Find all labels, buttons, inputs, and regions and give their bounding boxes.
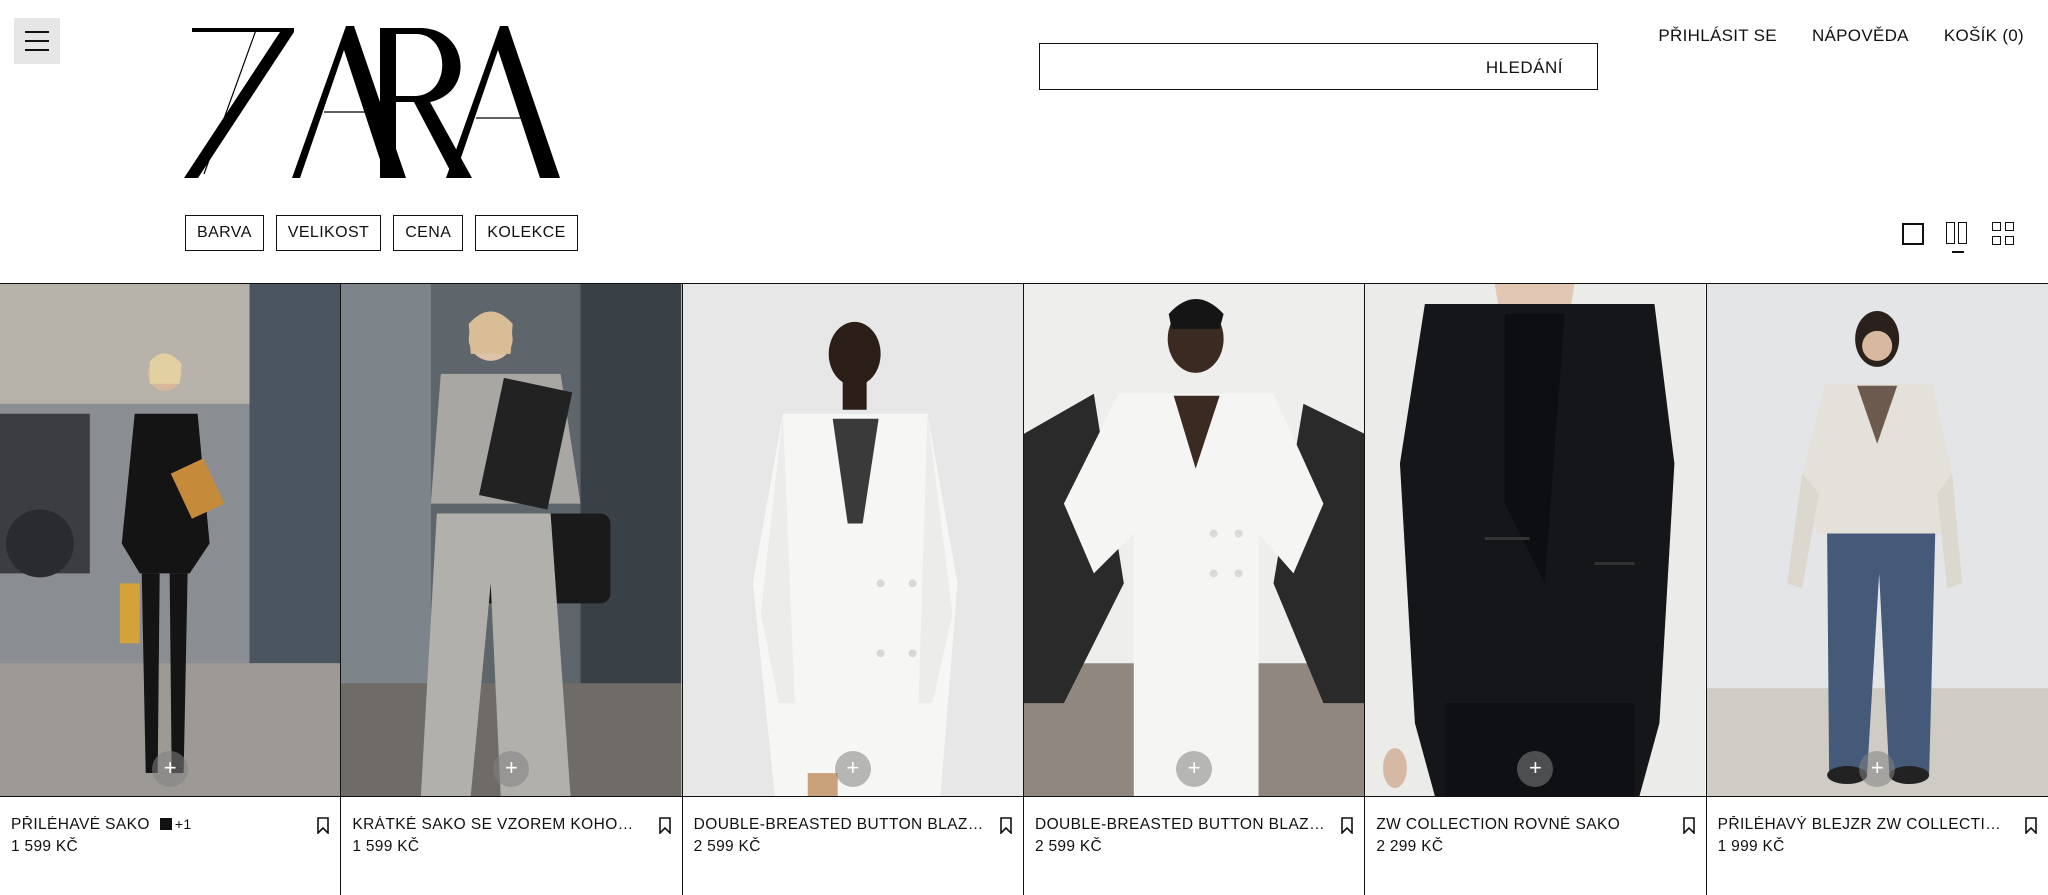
help-link[interactable]: NÁPOVĚDA [1812, 26, 1909, 46]
product-name: DOUBLE-BREASTED BUTTON BLAZER... [1034, 816, 1325, 833]
product-price: 2 599 KČ [693, 838, 761, 855]
product-image[interactable] [1706, 284, 2048, 797]
bookmark-icon[interactable] [658, 816, 671, 834]
product-image[interactable] [1023, 284, 1365, 797]
product-card[interactable]: + PŘILÉHAVÉ SAKO +1 1 599 KČ [0, 284, 342, 895]
product-card[interactable]: + PŘILÉHAVÝ BLEJZR ZW COLLECTION 1 999 K… [1706, 284, 2048, 895]
product-card[interactable]: + KRÁTKÉ SAKO SE VZOREM KOHOUTÍ ... 1 59… [341, 284, 683, 895]
product-name: DOUBLE-BREASTED BUTTON BLAZER... [693, 816, 984, 833]
bookmark-icon[interactable] [1341, 816, 1354, 834]
bookmark-icon[interactable] [1000, 816, 1012, 834]
view-switcher [1902, 222, 2016, 253]
add-to-cart-button[interactable]: + [834, 751, 871, 787]
color-swatch[interactable] [159, 818, 172, 830]
product-name: ZW COLLECTION ROVNÉ SAKO [1376, 816, 1621, 833]
login-link[interactable]: PŘIHLÁSIT SE [1658, 26, 1777, 46]
more-colors: +1 [174, 816, 192, 832]
header-links: PŘIHLÁSIT SE NÁPOVĚDA KOŠÍK (0) [1658, 26, 2024, 46]
product-price: 1 599 KČ [352, 838, 420, 855]
product-card[interactable]: + ZW COLLECTION ROVNÉ SAKO 2 299 KČ [1365, 284, 1707, 895]
add-to-cart-button[interactable]: + [1176, 751, 1213, 787]
add-to-cart-button[interactable]: + [152, 751, 189, 787]
single-view-icon[interactable] [1902, 223, 1924, 245]
grid-view-icon[interactable] [1992, 222, 2016, 246]
filter-bar: BARVA VELIKOST CENA KOLEKCE [185, 215, 578, 251]
bookmark-icon[interactable] [2025, 816, 2037, 834]
filter-collection-button[interactable]: KOLEKCE [475, 215, 578, 251]
filter-color-button[interactable]: BARVA [185, 215, 264, 251]
product-grid: + PŘILÉHAVÉ SAKO +1 1 599 KČ + KRÁTKÉ SA… [0, 283, 2048, 895]
product-card[interactable]: + DOUBLE-BREASTED BUTTON BLAZER... 2 599… [1023, 284, 1366, 895]
bookmark-icon[interactable] [317, 816, 330, 834]
filter-size-button[interactable]: VELIKOST [275, 215, 382, 251]
product-image[interactable] [341, 284, 682, 797]
product-name-row: PŘILÉHAVÉ SAKO +1 [11, 816, 192, 834]
product-name: KRÁTKÉ SAKO SE VZOREM KOHOUTÍ ... [352, 816, 643, 833]
product-price: 2 299 KČ [1376, 838, 1444, 855]
product-image[interactable] [0, 284, 341, 797]
product-price: 1 599 KČ [11, 838, 79, 855]
product-name: PŘILÉHAVÝ BLEJZR ZW COLLECTION [1717, 816, 2008, 833]
menu-icon[interactable] [14, 18, 60, 64]
product-name: PŘILÉHAVÉ SAKO [11, 816, 150, 833]
search-label: HLEDÁNÍ [1485, 58, 1563, 77]
zara-logo[interactable] [184, 22, 560, 182]
cart-link[interactable]: KOŠÍK (0) [1944, 26, 2024, 46]
bookmark-icon[interactable] [1682, 816, 1695, 834]
filter-price-button[interactable]: CENA [393, 215, 464, 251]
product-image[interactable] [682, 284, 1023, 797]
product-card[interactable]: + DOUBLE-BREASTED BUTTON BLAZER... 2 599… [682, 284, 1024, 895]
double-view-icon[interactable] [1946, 222, 1970, 253]
product-image[interactable] [1365, 284, 1706, 797]
search-input[interactable]: HLEDÁNÍ [1039, 43, 1598, 90]
product-price: 1 999 KČ [1717, 838, 1785, 855]
product-price: 2 599 KČ [1034, 838, 1103, 855]
